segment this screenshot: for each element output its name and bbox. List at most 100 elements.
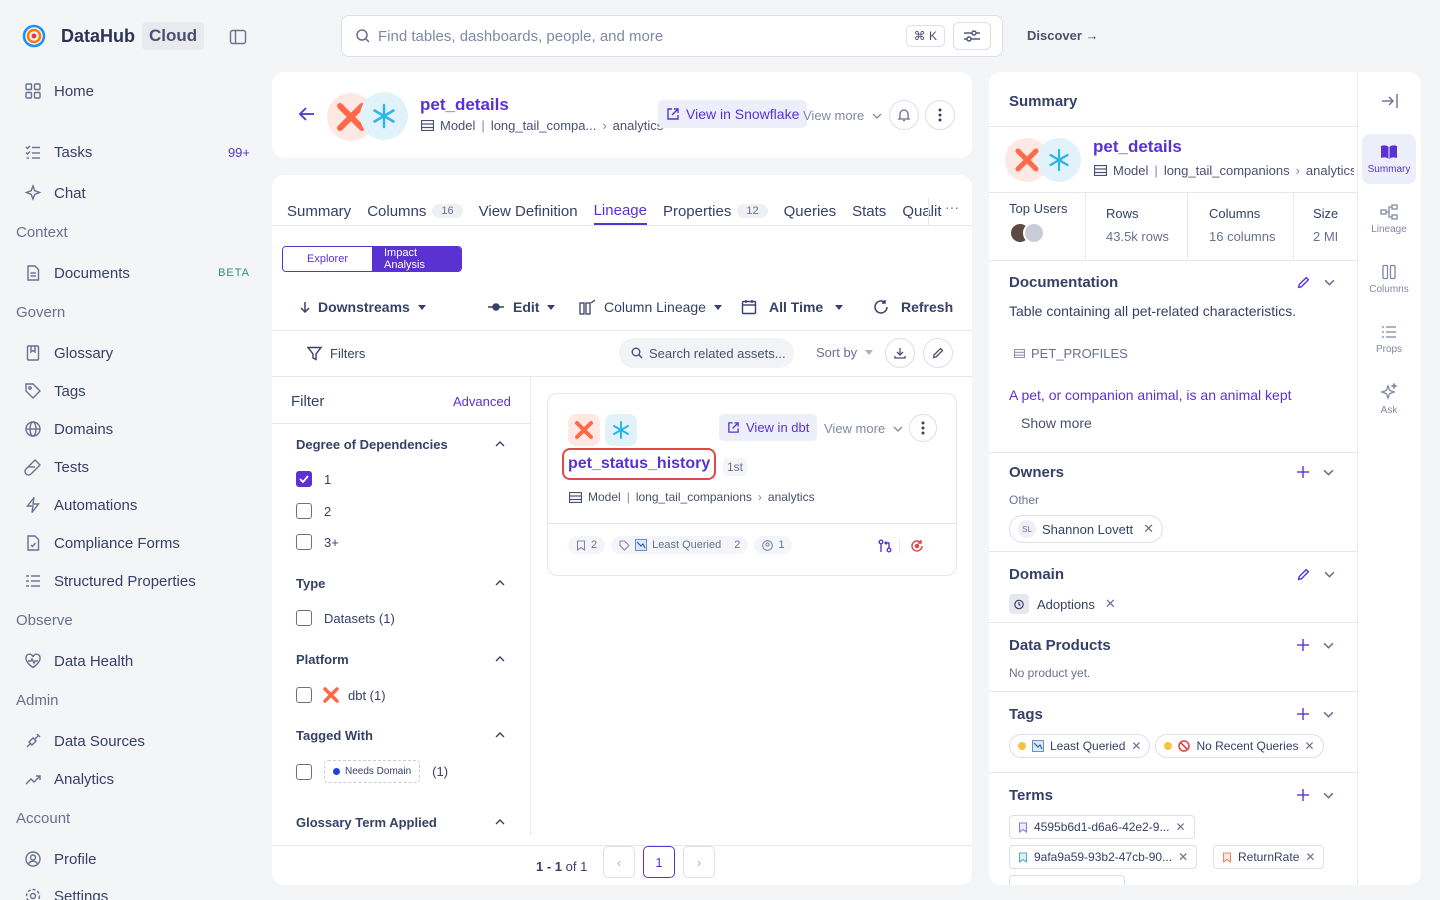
tag-pill-least-queried[interactable]: Least Queried ✕: [1009, 734, 1151, 758]
plus-icon[interactable]: [1297, 639, 1309, 651]
git-compare-icon[interactable]: [878, 539, 892, 553]
nav-profile[interactable]: Profile: [24, 847, 250, 871]
remove-term-icon[interactable]: ✕: [1178, 850, 1188, 864]
degree-option-2[interactable]: 2: [296, 503, 331, 519]
checkbox[interactable]: [296, 687, 312, 703]
view-more-dropdown[interactable]: View more: [803, 108, 882, 123]
nav-tasks[interactable]: Tasks 99+: [24, 140, 250, 164]
chevron-down-icon[interactable]: [1323, 711, 1334, 718]
prev-page-button[interactable]: ‹: [603, 846, 635, 878]
nav-compliance-forms[interactable]: Compliance Forms: [24, 531, 250, 555]
platform-option-dbt[interactable]: dbt (1): [296, 686, 386, 704]
platform-section-title[interactable]: Platform: [296, 652, 349, 667]
tag-option-needs-domain[interactable]: Needs Domain (1): [296, 760, 448, 783]
sort-by-dropdown[interactable]: Sort by: [816, 345, 874, 360]
term-pill-3[interactable]: ReturnRate ✕: [1213, 845, 1325, 869]
nav-structured-properties[interactable]: Structured Properties: [24, 569, 250, 593]
result-view-more[interactable]: View more: [824, 421, 903, 436]
chevron-up-icon[interactable]: [495, 732, 505, 738]
checkbox-checked[interactable]: [296, 471, 312, 487]
remove-term-icon[interactable]: ✕: [1305, 850, 1315, 864]
search-filter-button[interactable]: [953, 22, 991, 50]
term-pill-1[interactable]: 4595b6d1-d6a6-42e2-9... ✕: [1009, 815, 1195, 839]
term-pill-overflow[interactable]: [1009, 875, 1125, 885]
nav-data-sources[interactable]: Data Sources: [24, 729, 250, 753]
discover-link[interactable]: Discover →: [1027, 28, 1099, 43]
next-page-button[interactable]: ›: [683, 846, 715, 878]
nav-analytics[interactable]: Analytics: [24, 767, 250, 791]
type-option-datasets[interactable]: Datasets (1): [296, 610, 395, 626]
degree-option-3plus[interactable]: 3+: [296, 534, 339, 550]
result-path-schema[interactable]: analytics: [768, 490, 815, 504]
time-range-dropdown[interactable]: All Time: [741, 299, 844, 315]
terms-chip[interactable]: 2: [568, 536, 606, 554]
column-lineage-dropdown[interactable]: Column Lineage: [579, 299, 722, 315]
search-related-input[interactable]: Search related assets...: [619, 338, 794, 368]
entity-path-schema[interactable]: analytics: [613, 118, 664, 133]
advanced-filter-link[interactable]: Advanced: [453, 394, 511, 409]
remove-owner-icon[interactable]: ✕: [1143, 521, 1154, 537]
type-section-title[interactable]: Type: [296, 576, 325, 591]
summary-entity-title[interactable]: pet_details: [1093, 137, 1182, 157]
checkbox[interactable]: [296, 763, 312, 780]
plus-icon[interactable]: [1297, 466, 1309, 478]
result-path-container[interactable]: long_tail_companions: [636, 490, 752, 504]
nav-settings[interactable]: Settings: [24, 884, 250, 900]
collapse-panel-icon[interactable]: [1381, 93, 1399, 109]
chevron-up-icon[interactable]: [495, 656, 505, 662]
rail-lineage[interactable]: Lineage: [1362, 194, 1416, 244]
chevron-down-icon[interactable]: [1323, 469, 1334, 476]
back-arrow-icon[interactable]: [298, 106, 316, 122]
explorer-toggle[interactable]: Explorer: [283, 247, 372, 271]
datahub-logo-icon[interactable]: [22, 24, 46, 48]
chevron-up-icon[interactable]: [495, 580, 505, 586]
summary-path-schema[interactable]: analytics: [1306, 163, 1354, 178]
download-button[interactable]: [885, 338, 915, 368]
remove-term-icon[interactable]: ✕: [1175, 820, 1185, 834]
entity-title[interactable]: pet_details: [420, 95, 509, 115]
subscribe-button[interactable]: [889, 100, 919, 130]
summary-path-container[interactable]: long_tail_companions: [1164, 163, 1290, 178]
tagged-section-title[interactable]: Tagged With: [296, 728, 373, 743]
chevron-up-icon[interactable]: [495, 819, 505, 825]
direction-dropdown[interactable]: Downstreams: [300, 299, 426, 315]
rail-ask[interactable]: Ask: [1362, 374, 1416, 424]
plus-icon[interactable]: [1297, 789, 1309, 801]
owners-chip[interactable]: 1: [754, 536, 793, 554]
chevron-down-icon[interactable]: [1323, 642, 1334, 649]
nav-tags[interactable]: Tags: [24, 379, 250, 403]
show-more-button[interactable]: Show more: [1021, 415, 1092, 431]
edit-dropdown[interactable]: Edit: [487, 299, 556, 315]
nav-tests[interactable]: Tests: [24, 455, 250, 479]
nav-home[interactable]: Home: [24, 79, 250, 103]
top-users-avatars[interactable]: [1009, 222, 1045, 244]
entity-path-container[interactable]: long_tail_compa...: [491, 118, 597, 133]
filters-button[interactable]: Filters: [307, 346, 365, 361]
rail-props[interactable]: Props: [1362, 314, 1416, 364]
nav-glossary[interactable]: Glossary: [24, 341, 250, 365]
global-search[interactable]: Find tables, dashboards, people, and mor…: [341, 15, 1003, 57]
checkbox[interactable]: [296, 610, 312, 626]
nav-chat[interactable]: Chat: [24, 181, 250, 205]
tab-columns[interactable]: Columns 16: [367, 197, 463, 225]
checkbox[interactable]: [296, 534, 312, 550]
lineage-result-card[interactable]: View in dbt View more pet_status_history…: [547, 393, 957, 576]
nav-domains[interactable]: Domains: [24, 417, 250, 441]
tab-lineage[interactable]: Lineage: [593, 197, 647, 225]
view-in-dbt-button[interactable]: View in dbt: [719, 414, 818, 441]
edit-columns-button[interactable]: [923, 338, 953, 368]
pencil-icon[interactable]: [1297, 276, 1310, 289]
plus-icon[interactable]: [1297, 708, 1309, 720]
chevron-down-icon[interactable]: [1324, 279, 1335, 286]
health-refresh-icon[interactable]: [910, 539, 924, 553]
refresh-button[interactable]: Refresh: [873, 299, 953, 315]
rail-columns[interactable]: Columns: [1362, 254, 1416, 304]
tab-summary[interactable]: Summary: [287, 197, 351, 225]
pencil-icon[interactable]: [1297, 568, 1310, 581]
collapse-sidebar-icon[interactable]: [229, 28, 247, 46]
tab-view-definition[interactable]: View Definition: [479, 197, 578, 225]
nav-automations[interactable]: Automations: [24, 493, 250, 517]
nav-data-health[interactable]: Data Health: [24, 649, 250, 673]
remove-domain-icon[interactable]: ✕: [1105, 596, 1116, 612]
page-number-button[interactable]: 1: [643, 846, 675, 878]
